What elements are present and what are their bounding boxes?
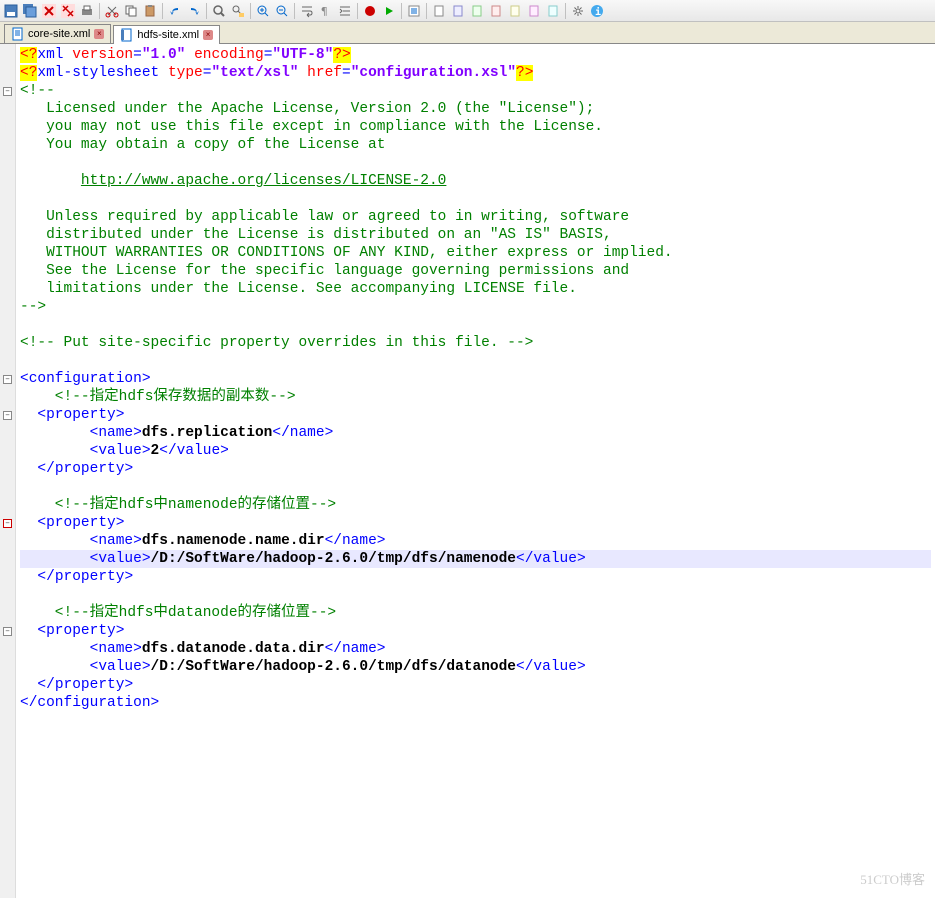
- settings-icon[interactable]: [569, 2, 587, 20]
- separator: [357, 3, 358, 19]
- fold-toggle[interactable]: −: [0, 622, 15, 640]
- editor[interactable]: − − − − − <?xml version="1.0" encoding="…: [0, 44, 935, 898]
- doc-icon[interactable]: [468, 2, 486, 20]
- save-all-icon[interactable]: [21, 2, 39, 20]
- svg-text:¶: ¶: [321, 5, 328, 18]
- doc-icon[interactable]: [449, 2, 467, 20]
- undo-icon[interactable]: [166, 2, 184, 20]
- wrap-icon[interactable]: [298, 2, 316, 20]
- doc-icon[interactable]: [525, 2, 543, 20]
- toolbar: ¶ i: [0, 0, 935, 22]
- doc-icon[interactable]: [487, 2, 505, 20]
- cut-icon[interactable]: [103, 2, 121, 20]
- tab-label: hdfs-site.xml: [137, 29, 199, 41]
- fold-gutter: − − − − −: [0, 44, 16, 898]
- zoom-in-icon[interactable]: [254, 2, 272, 20]
- close-all-icon[interactable]: [59, 2, 77, 20]
- separator: [162, 3, 163, 19]
- macro-play-icon[interactable]: [380, 2, 398, 20]
- doc-icon[interactable]: [506, 2, 524, 20]
- info-icon[interactable]: i: [588, 2, 606, 20]
- fold-toggle[interactable]: −: [0, 406, 15, 424]
- macro-rec-icon[interactable]: [361, 2, 379, 20]
- tab-hdfs-site[interactable]: hdfs-site.xml ×: [113, 25, 220, 44]
- indent-icon[interactable]: [336, 2, 354, 20]
- separator: [250, 3, 251, 19]
- func-list-icon[interactable]: [405, 2, 423, 20]
- doc-icon[interactable]: [430, 2, 448, 20]
- file-icon: [11, 27, 25, 41]
- close-icon[interactable]: [40, 2, 58, 20]
- code-area[interactable]: <?xml version="1.0" encoding="UTF-8"?> <…: [16, 44, 935, 898]
- print-icon[interactable]: [78, 2, 96, 20]
- separator: [99, 3, 100, 19]
- replace-icon[interactable]: [229, 2, 247, 20]
- whitespace-icon[interactable]: ¶: [317, 2, 335, 20]
- svg-text:i: i: [595, 6, 601, 18]
- fold-toggle[interactable]: −: [0, 514, 15, 532]
- separator: [565, 3, 566, 19]
- separator: [294, 3, 295, 19]
- redo-icon[interactable]: [185, 2, 203, 20]
- tab-close-icon[interactable]: ×: [94, 29, 104, 39]
- watermark: 51CTO博客: [860, 869, 925, 888]
- paste-icon[interactable]: [141, 2, 159, 20]
- copy-icon[interactable]: [122, 2, 140, 20]
- fold-toggle[interactable]: −: [0, 370, 15, 388]
- find-icon[interactable]: [210, 2, 228, 20]
- zoom-out-icon[interactable]: [273, 2, 291, 20]
- tab-bar: core-site.xml × hdfs-site.xml ×: [0, 22, 935, 44]
- separator: [426, 3, 427, 19]
- file-icon: [120, 28, 134, 42]
- doc-icon[interactable]: [544, 2, 562, 20]
- separator: [401, 3, 402, 19]
- tab-core-site[interactable]: core-site.xml ×: [4, 24, 111, 43]
- save-icon[interactable]: [2, 2, 20, 20]
- separator: [206, 3, 207, 19]
- tab-label: core-site.xml: [28, 28, 90, 40]
- fold-toggle[interactable]: −: [0, 82, 15, 100]
- tab-close-icon[interactable]: ×: [203, 30, 213, 40]
